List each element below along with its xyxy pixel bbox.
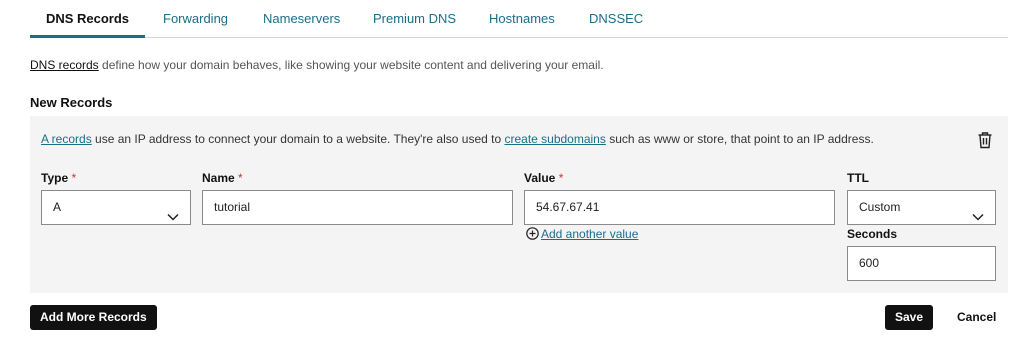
name-input[interactable]: tutorial [202, 190, 513, 225]
intro-description: define how your domain behaves, like sho… [98, 58, 604, 72]
ttl-select[interactable]: Custom [847, 190, 996, 225]
add-more-records-button[interactable]: Add More Records [30, 305, 157, 330]
record-info-text: A records use an IP address to connect y… [41, 132, 874, 146]
tab-hostnames[interactable]: Hostnames [489, 0, 555, 38]
name-label: Name * [202, 171, 243, 185]
chevron-down-icon [166, 202, 180, 221]
tab-forwarding[interactable]: Forwarding [163, 0, 228, 38]
seconds-input[interactable]: 600 [847, 246, 996, 281]
ttl-select-value: Custom [859, 200, 901, 214]
chevron-down-icon [971, 202, 985, 221]
add-another-value-text: Add another value [541, 227, 639, 241]
tab-premium-dns[interactable]: Premium DNS [373, 0, 456, 38]
info-text-part1: use an IP address to connect your domain… [91, 132, 505, 146]
dns-records-link[interactable]: DNS records [30, 58, 99, 72]
tab-dnssec[interactable]: DNSSEC [589, 0, 643, 38]
type-select-value: A [53, 200, 62, 214]
save-button[interactable]: Save [885, 305, 934, 330]
a-records-link[interactable]: A records [41, 132, 92, 146]
section-title: New Records [30, 95, 113, 110]
record-panel: A records use an IP address to connect y… [30, 116, 1008, 293]
seconds-label: Seconds [847, 227, 898, 241]
tab-bar: DNS Records Forwarding Nameservers Premi… [30, 0, 1008, 38]
tab-nameservers[interactable]: Nameservers [263, 0, 340, 38]
create-subdomains-link[interactable]: create subdomains [504, 132, 605, 146]
plus-circle-icon [526, 227, 539, 240]
add-another-value-link[interactable]: Add another value [526, 227, 638, 241]
intro-text: DNS records define how your domain behav… [30, 58, 604, 72]
trash-icon[interactable] [977, 131, 993, 149]
tab-dns-records[interactable]: DNS Records [30, 0, 145, 38]
required-mark: * [558, 171, 564, 185]
value-input[interactable]: 54.67.67.41 [524, 190, 835, 225]
value-label: Value * [524, 171, 564, 185]
type-label: Type * [41, 171, 77, 185]
info-text-part2: such as www or store, that point to an I… [605, 132, 874, 146]
ttl-label: TTL [847, 171, 869, 185]
type-select[interactable]: A [41, 190, 191, 225]
cancel-button[interactable]: Cancel [957, 305, 996, 330]
required-mark: * [238, 171, 243, 185]
required-mark: * [71, 171, 77, 185]
